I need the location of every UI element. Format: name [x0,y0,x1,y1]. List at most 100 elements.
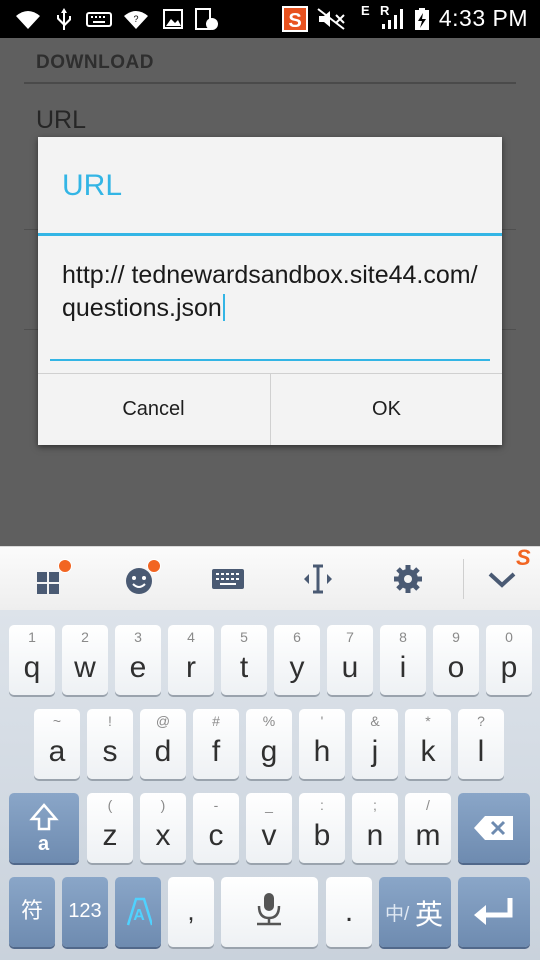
svg-text:A: A [133,907,145,924]
wifi-hotspot-icon: ? [124,11,148,29]
apps-icon[interactable] [34,559,72,597]
section-divider [24,82,516,84]
key-g[interactable]: % g [246,709,292,779]
cursor-move-icon[interactable] [300,561,336,597]
key-label: t [239,651,249,684]
cancel-button[interactable]: Cancel [38,374,269,445]
key-z[interactable]: (z [87,793,133,863]
key-secondary-label: _ [265,797,273,813]
keyboard-icon[interactable] [210,561,246,597]
key-q[interactable]: 1q [9,625,55,695]
key-label: c [208,819,224,852]
key-i[interactable]: 8i [380,625,426,695]
svg-text:?: ? [133,14,138,24]
key-secondary-label: ? [477,713,485,729]
key-x[interactable]: ) x [140,793,186,863]
language-key-primary: 英 [415,899,444,930]
key-secondary-label: ( [107,797,113,813]
key-secondary-label: * [425,713,431,729]
smart-input-icon: A [126,897,152,926]
key-label: v [261,819,277,852]
backspace-key[interactable] [458,793,530,863]
s-app-icon: S [282,6,308,32]
enter-key[interactable] [458,877,530,947]
key-t[interactable]: 5t [221,625,267,695]
period-key[interactable]: . [326,877,372,947]
key-s[interactable]: ! s [87,709,133,779]
key-n[interactable]: ; n [352,793,398,863]
settings-icon[interactable] [390,561,426,597]
key-h[interactable]: ' h [299,709,345,779]
key-p[interactable]: 0p [486,625,532,695]
key-secondary-label: - [213,797,219,813]
key-secondary-label: ; [373,797,377,813]
key-label: b [313,819,331,852]
pref-url-label[interactable]: URL [36,106,86,135]
url-input-value: http:// tednewardsandbox.site44.com/ que… [62,261,478,322]
soft-keyboard: 1 q 2 w 3 e 4 r 5 t 6 y 7 u 8 i 9 o 0 p ~ a! s @ d # f% g ' h & j * k? l a(… [0,610,540,960]
toolbar-separator [463,559,464,599]
space-key[interactable] [221,877,318,947]
key-j[interactable]: & j [352,709,398,779]
key-r[interactable]: 4r [168,625,214,695]
key-a[interactable]: ~ a [34,709,80,779]
dialog-title-divider [38,233,502,236]
key-label: s [102,735,118,768]
key-label: w [74,651,96,684]
key-secondary-label: 5 [240,629,248,645]
key-label: o [447,651,465,684]
hide-keyboard-icon[interactable] [484,561,520,597]
key-d[interactable]: @ d [140,709,186,779]
ok-button[interactable]: OK [271,374,502,445]
smart-input-key[interactable]: A [115,877,161,947]
keyboard-icon [86,12,112,27]
usb-icon [57,8,71,30]
s-logo-icon: S [516,545,531,570]
symbol-key[interactable]: 符 [9,877,55,947]
key-c[interactable]: -c [193,793,239,863]
key-y[interactable]: 6y [274,625,320,695]
key-secondary-label: @ [155,713,171,729]
keyboard-toolbar: S [0,546,540,611]
key-l[interactable]: ? l [458,709,504,779]
key-secondary-label: ~ [52,713,62,729]
key-k[interactable]: * k [405,709,451,779]
key-label: n [366,819,384,852]
key-label: h [313,735,331,768]
language-key-secondary: 中/ [385,904,410,925]
status-time: 4:33 PM [438,5,528,31]
key-label: u [341,651,359,684]
key-secondary-label: 6 [293,629,301,645]
enter-icon [474,898,513,925]
emoji-icon[interactable] [122,559,161,597]
key-f[interactable]: # f [193,709,239,779]
key-label: z [102,819,118,852]
status-bar: ? S E R 4:33 PM [0,0,540,38]
key-secondary-label: / [426,797,430,813]
key-e[interactable]: 3e [115,625,161,695]
shift-key-sublabel: a [38,833,50,855]
key-secondary-label: 7 [346,629,354,645]
url-input[interactable]: http:// tednewardsandbox.site44.com/ que… [50,253,490,361]
key-secondary-label: ' [320,713,324,729]
key-u[interactable]: 7u [327,625,373,695]
language-key[interactable]: 中/英 [379,877,451,947]
notification-badge [58,559,72,573]
key-b[interactable]: :b [299,793,345,863]
key-label: . [344,895,354,928]
screenshot-icon [195,8,218,30]
shift-key[interactable]: a [9,793,79,863]
text-cursor [222,294,225,321]
key-w[interactable]: 2w [62,625,108,695]
key-secondary-label: 1 [28,629,36,645]
key-secondary-label: 3 [134,629,142,645]
key-label: f [211,735,221,768]
key-v[interactable]: _ v [246,793,292,863]
numbers-key[interactable]: 123 [62,877,108,947]
key-label: x [155,819,171,852]
mute-icon [317,8,345,30]
key-m[interactable]: / m [405,793,451,863]
key-label: m [415,819,441,852]
key-o[interactable]: 9o [433,625,479,695]
comma-key[interactable]: , [168,877,214,947]
